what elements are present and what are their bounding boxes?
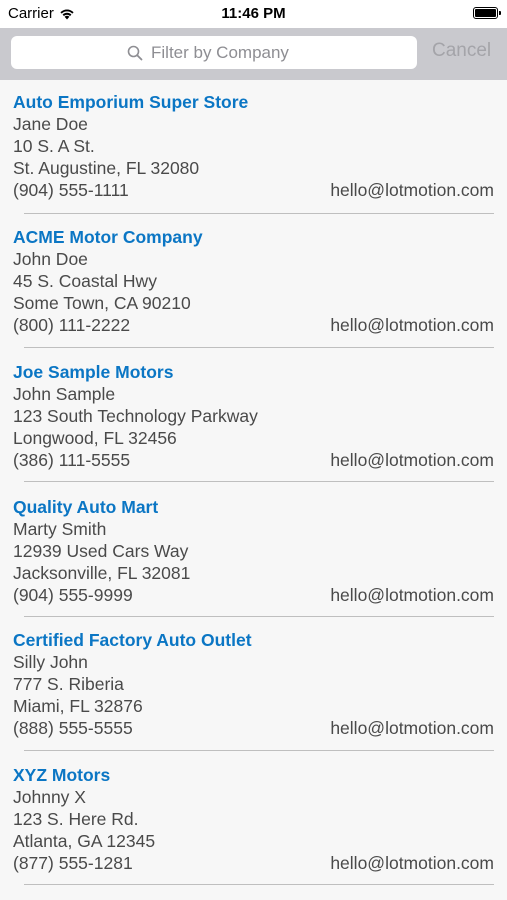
phone-number[interactable]: (877) 555-1281 [13,852,133,874]
status-bar: Carrier 11:46 PM [0,0,507,28]
search-bar: Cancel [0,28,507,80]
contact-name: John Sample [13,384,116,404]
list-item[interactable]: Joe Sample Motors John Sample 123 South … [0,348,507,482]
company-name-link[interactable]: Quality Auto Mart [13,496,158,518]
street-address: 12939 Used Cars Way [13,541,189,561]
dealer-list: Auto Emporium Super Store Jane Doe 10 S.… [0,80,507,900]
city-state-zip: Atlanta, GA 12345 [13,831,156,851]
company-name-link[interactable]: ACME Motor Company [13,226,203,248]
contact-name: Silly John [13,652,88,672]
list-item[interactable]: Certified Factory Auto Outlet Silly John… [0,617,507,751]
city-state-zip: Some Town, CA 90210 [13,293,191,313]
email-address[interactable]: hello@lotmotion.com [330,314,494,336]
company-name-link[interactable]: XYZ Motors [13,764,110,786]
status-time: 11:46 PM [221,5,286,22]
company-name-link[interactable]: Auto Emporium Super Store [13,91,248,113]
battery-icon [473,7,501,19]
phone-number[interactable]: (904) 555-1111 [13,179,129,201]
company-name-link[interactable]: Certified Factory Auto Outlet [13,629,252,651]
list-item[interactable]: Quality Auto Mart Marty Smith 12939 Used… [0,482,507,617]
email-address[interactable]: hello@lotmotion.com [330,584,494,606]
city-state-zip: Jacksonville, FL 32081 [13,563,191,583]
list-item[interactable]: XYZ Motors Johnny X 123 S. Here Rd. Atla… [0,751,507,885]
city-state-zip: Longwood, FL 32456 [13,428,177,448]
company-name-link[interactable]: Joe Sample Motors [13,361,173,383]
city-state-zip: St. Augustine, FL 32080 [13,158,200,178]
phone-number[interactable]: (800) 111-2222 [13,314,130,336]
email-address[interactable]: hello@lotmotion.com [330,852,494,874]
street-address: 123 S. Here Rd. [13,809,139,829]
search-input[interactable] [151,42,301,63]
list-item[interactable]: Auto Emporium Super Store Jane Doe 10 S.… [0,80,507,214]
search-icon [127,45,143,60]
divider [24,884,494,885]
cancel-button[interactable]: Cancel [432,40,491,62]
contact-name: Jane Doe [13,114,88,134]
contact-name: Marty Smith [13,519,107,539]
phone-number[interactable]: (386) 111-5555 [13,449,130,471]
search-field[interactable] [11,36,417,69]
contact-name: Johnny X [13,787,86,807]
email-address[interactable]: hello@lotmotion.com [330,449,494,471]
contact-name: John Doe [13,249,88,269]
street-address: 45 S. Coastal Hwy [13,271,157,291]
city-state-zip: Miami, FL 32876 [13,696,143,716]
list-item[interactable]: ACME Motor Company John Doe 45 S. Coasta… [0,214,507,348]
street-address: 777 S. Riberia [13,674,124,694]
email-address[interactable]: hello@lotmotion.com [330,717,494,739]
phone-number[interactable]: (904) 555-9999 [13,584,133,606]
email-address[interactable]: hello@lotmotion.com [330,179,494,201]
phone-number[interactable]: (888) 555-5555 [13,717,133,739]
street-address: 10 S. A St. [13,136,95,156]
street-address: 123 South Technology Parkway [13,406,258,426]
